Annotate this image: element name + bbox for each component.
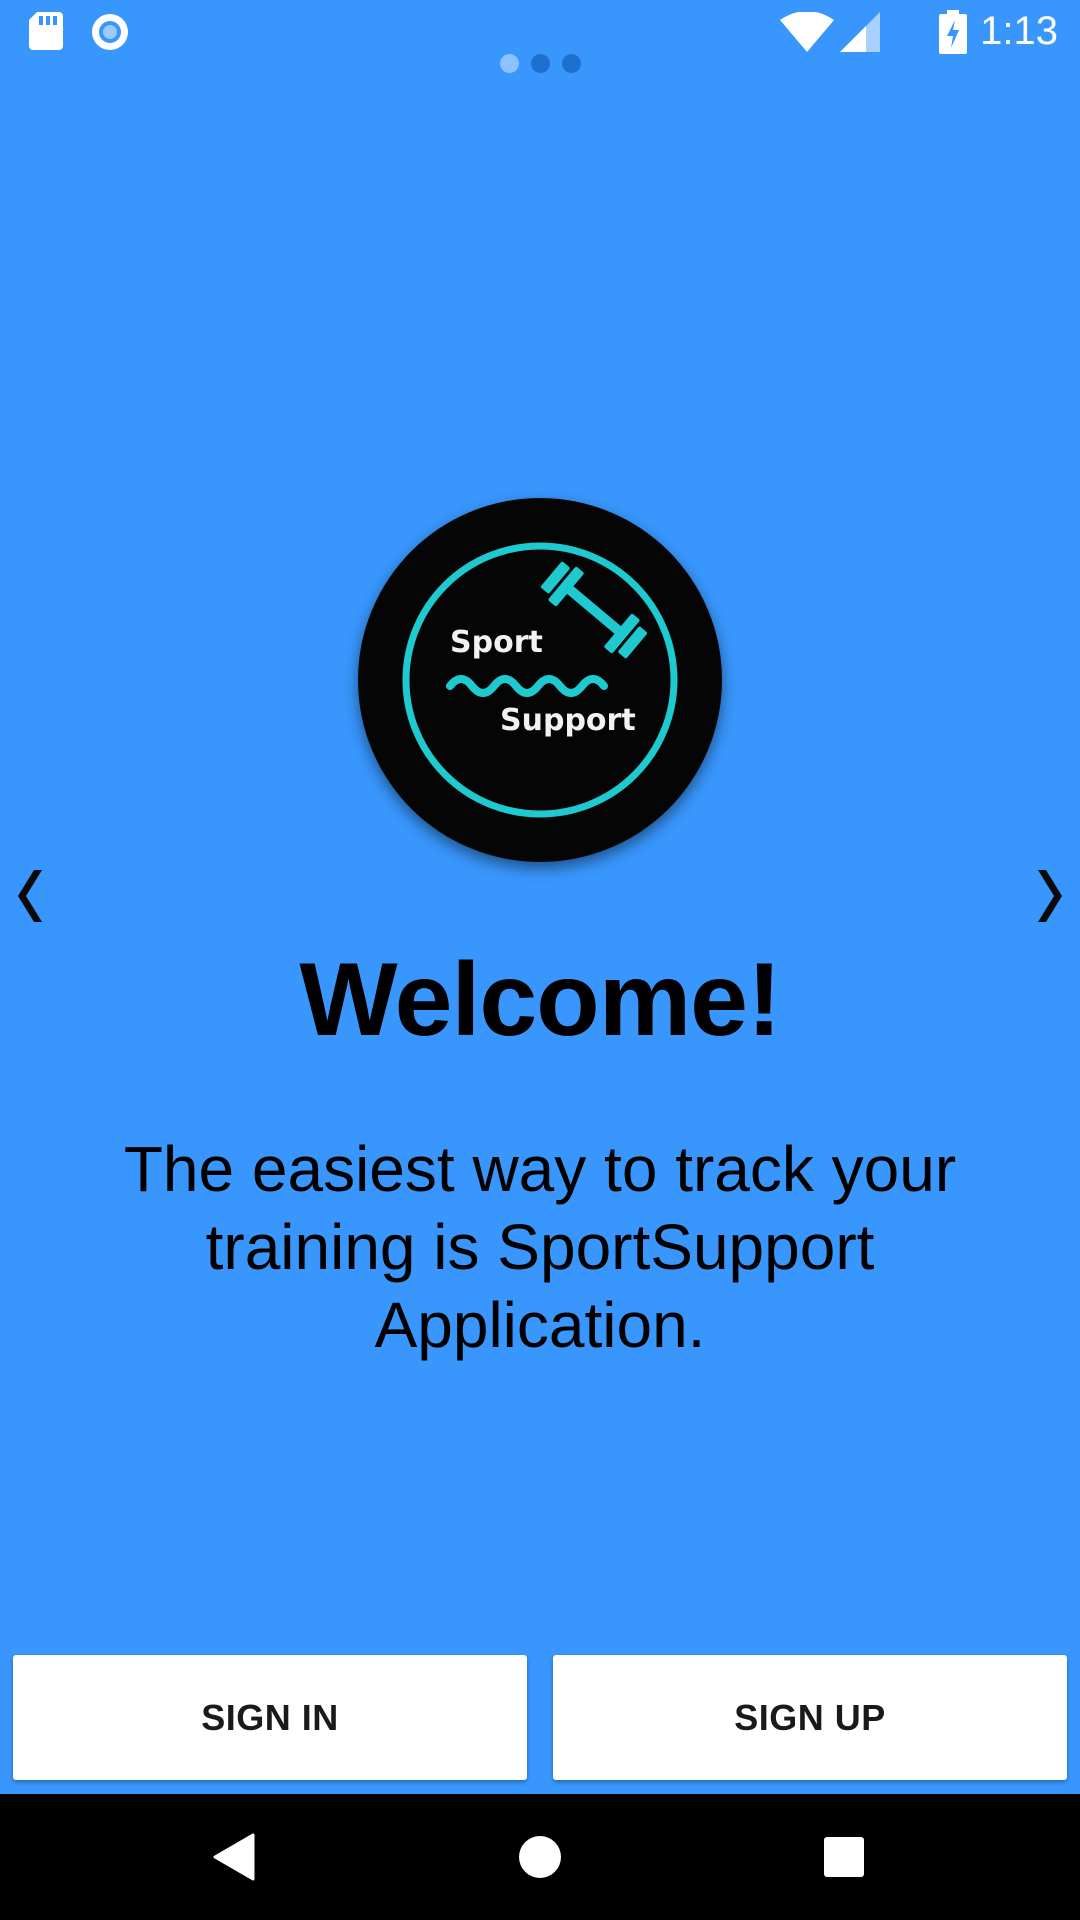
back-button[interactable] — [200, 1822, 270, 1892]
logo-text-sport: Sport — [450, 625, 543, 660]
onboarding-screen: 1:13 Sport Support Welcome! The easiest … — [0, 0, 1080, 1920]
record-icon — [90, 12, 130, 57]
wave-icon — [446, 675, 608, 697]
page-dot[interactable] — [499, 54, 519, 73]
wifi-icon — [780, 11, 834, 57]
sign-up-button[interactable]: SIGN UP — [553, 1655, 1067, 1780]
back-icon — [213, 1833, 255, 1881]
recents-icon — [824, 1837, 864, 1877]
page-indicator — [0, 54, 1080, 73]
recents-button[interactable] — [809, 1822, 879, 1892]
home-button[interactable] — [505, 1822, 575, 1892]
sign-in-button[interactable]: SIGN IN — [13, 1655, 527, 1780]
home-icon — [519, 1836, 561, 1878]
page-dot[interactable] — [530, 54, 550, 73]
chevron-right-icon — [1038, 870, 1062, 922]
dumbbell-icon — [540, 561, 648, 659]
next-slide-button[interactable] — [1016, 856, 1076, 936]
welcome-title: Welcome! — [299, 942, 781, 1058]
chevron-left-icon — [18, 870, 42, 922]
battery-charging-icon — [939, 10, 967, 59]
logo-text-support: Support — [500, 703, 636, 738]
welcome-description: The easiest way to track your training i… — [123, 1133, 957, 1361]
sd-card-icon — [29, 12, 63, 55]
signal-icon — [840, 12, 880, 57]
status-time: 1:13 — [980, 9, 1058, 53]
system-navigation-bar — [0, 1794, 1080, 1920]
previous-slide-button[interactable] — [4, 856, 64, 936]
sport-support-logo: Sport Support — [358, 498, 722, 862]
page-dot[interactable] — [561, 54, 581, 73]
